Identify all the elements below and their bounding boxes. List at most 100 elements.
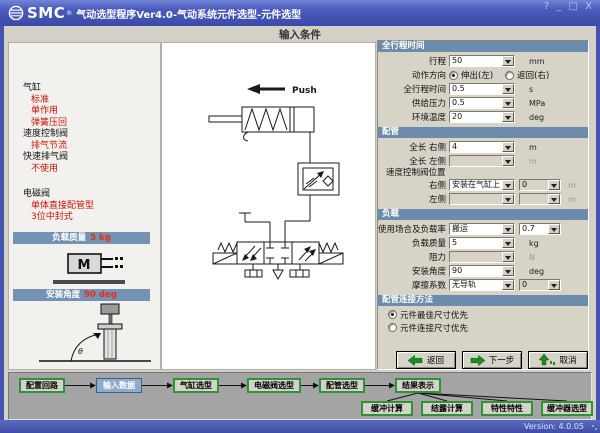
chevron-down-icon bbox=[502, 156, 514, 166]
mount-angle-diagram: θ bbox=[39, 303, 151, 362]
sidebar-item: 单体直接配管型 bbox=[31, 200, 95, 211]
page-title: 输入条件 bbox=[279, 29, 321, 41]
pressure-unit: MPa bbox=[529, 98, 546, 108]
titlebar: SMC ® 气动选型程序Ver4.0-气动系统元件选型-元件选型 ? _ □ X bbox=[0, 0, 600, 26]
sidebar-item: 单作用 bbox=[31, 106, 59, 116]
sidebar-item: 不使用 bbox=[31, 163, 59, 174]
circuit-diagram: Push bbox=[161, 42, 376, 370]
chevron-down-icon[interactable] bbox=[502, 112, 514, 122]
chevron-down-icon[interactable] bbox=[548, 224, 560, 234]
content-area: 输入条件 气缸 标准 单作用 弹簧压回 速度控制阀 排气节流 快速排气阀 不使用… bbox=[4, 26, 596, 420]
mass-field[interactable]: 5 bbox=[449, 237, 515, 249]
svg-text:M: M bbox=[78, 258, 91, 273]
pipe-connect-option-1: 元件最佳尺寸优先 bbox=[378, 308, 588, 321]
flow-sub-buffer-calc[interactable]: 缓冲计算 bbox=[361, 401, 413, 416]
close-button[interactable]: X bbox=[585, 1, 592, 12]
valve-pos-right-row: 右侧 安装在气缸上 0 m bbox=[378, 178, 588, 192]
stroke-field[interactable]: 50 bbox=[449, 55, 515, 67]
section-header-load: 负载 bbox=[378, 209, 588, 220]
sidebar-item: 3位中封式 bbox=[31, 212, 73, 222]
pipe-length-right-label: 全长 右侧 bbox=[409, 143, 446, 153]
load-rate-field[interactable]: 0.7 bbox=[519, 223, 561, 235]
radio-return-right[interactable] bbox=[505, 70, 515, 80]
flow-sub-condensation[interactable]: 结露计算 bbox=[421, 401, 473, 416]
chevron-down-icon[interactable] bbox=[502, 142, 514, 152]
flow-step-solenoid[interactable]: 电磁阀选型 bbox=[247, 378, 301, 393]
chevron-down-icon[interactable] bbox=[502, 238, 514, 248]
speed-valve-position-label: 速度控制阀位置 bbox=[386, 168, 446, 178]
pressure-field[interactable]: 0.5 bbox=[449, 97, 515, 109]
pipe-length-right-unit: m bbox=[529, 142, 537, 152]
direction-row: 动作方向 伸出(左) 返回(右) bbox=[378, 68, 588, 82]
window-title: 气动选型程序Ver4.0-气动系统元件选型-元件选型 bbox=[76, 9, 302, 21]
status-bar: Version: 4.0.05 bbox=[0, 420, 600, 433]
resistance-field bbox=[449, 251, 515, 263]
cancel-button[interactable]: 取消 bbox=[528, 351, 588, 369]
chevron-down-icon[interactable] bbox=[502, 56, 514, 66]
flow-step-cylinder[interactable]: 气缸选型 bbox=[173, 378, 219, 393]
resize-grip[interactable] bbox=[591, 424, 597, 430]
sidebar-item: 排气节流 bbox=[31, 140, 68, 151]
radio-best-size-label: 元件最佳尺寸优先 bbox=[400, 310, 469, 321]
maximize-button[interactable]: □ bbox=[569, 1, 578, 12]
chevron-down-icon bbox=[502, 194, 514, 204]
usage-field[interactable]: 搬运 bbox=[449, 223, 515, 235]
temperature-field[interactable]: 20 bbox=[449, 111, 515, 123]
friction-field[interactable]: 无导轨 bbox=[449, 279, 515, 291]
cancel-arrow-icon bbox=[539, 354, 556, 366]
flow-sub-buffer-select[interactable]: 缓冲器选型 bbox=[541, 401, 593, 416]
sidebar-item: 标准 bbox=[31, 94, 50, 105]
section-header-piping: 配管 bbox=[378, 127, 588, 138]
chevron-down-icon bbox=[548, 180, 560, 190]
flow-step-input[interactable]: 输入数据 bbox=[96, 378, 142, 393]
sidebar: 气缸 标准 单作用 弹簧压回 速度控制阀 排气节流 快速排气阀 不使用 电磁阀 … bbox=[8, 42, 161, 370]
mass-row: 负载质量 5 kg bbox=[378, 236, 588, 250]
chevron-down-icon[interactable] bbox=[502, 180, 514, 190]
flow-step-results[interactable]: 结果表示 bbox=[395, 378, 441, 393]
full-time-unit: s bbox=[529, 84, 534, 94]
mount-angle-row: 安装角度 90 deg bbox=[378, 264, 588, 278]
valve-pos-left-row: 左侧 m bbox=[378, 192, 588, 206]
flow-step-piping[interactable]: 配管选型 bbox=[319, 378, 365, 393]
flow-step-circuit[interactable]: 配置回路 bbox=[19, 378, 65, 393]
next-button[interactable]: 下一步 bbox=[462, 351, 522, 369]
stroke-row: 行程 50 mm bbox=[378, 54, 588, 68]
valve-pos-left-label: 左侧 bbox=[428, 195, 446, 205]
svg-text:θ: θ bbox=[78, 347, 83, 356]
radio-best-size-priority[interactable] bbox=[388, 310, 397, 319]
chevron-down-icon[interactable] bbox=[502, 98, 514, 108]
radio-return-right-label: 返回(右) bbox=[517, 71, 550, 81]
valve-pos-right-distance-field: 0 bbox=[519, 179, 561, 191]
motor-load-diagram: M bbox=[53, 253, 125, 284]
friction-row: 摩擦系数 无导轨 0 bbox=[378, 278, 588, 292]
mount-angle-field[interactable]: 90 bbox=[449, 265, 515, 277]
temperature-unit: deg bbox=[529, 112, 545, 122]
valve-pos-left-distance-field bbox=[519, 193, 561, 205]
push-label: Push bbox=[292, 86, 317, 96]
help-button[interactable]: ? bbox=[544, 1, 549, 12]
registered-mark: ® bbox=[66, 9, 73, 17]
mount-angle-title: 安装角度 bbox=[46, 290, 81, 300]
wizard-buttons: 返回 下一步 取消 bbox=[396, 351, 588, 369]
friction-label: 摩擦系数 bbox=[411, 281, 446, 291]
pipe-length-left-unit: m bbox=[529, 156, 537, 166]
mass-label: 负载质量 bbox=[411, 239, 446, 249]
pipe-length-right-field[interactable]: 4 bbox=[449, 141, 515, 153]
radio-extend-left[interactable] bbox=[449, 70, 458, 80]
back-button[interactable]: 返回 bbox=[396, 351, 456, 369]
chevron-down-icon[interactable] bbox=[502, 84, 514, 94]
flow-sub-characteristic[interactable]: 特性特性 bbox=[481, 401, 533, 416]
chevron-down-icon[interactable] bbox=[502, 280, 514, 290]
resistance-row: 阻力 N bbox=[378, 250, 588, 264]
group-label-speed-valve: 速度控制阀 bbox=[23, 129, 69, 139]
valve-pos-right-field[interactable]: 安装在气缸上 bbox=[449, 179, 515, 191]
app-window: SMC ® 气动选型程序Ver4.0-气动系统元件选型-元件选型 ? _ □ X… bbox=[0, 0, 600, 433]
pipe-length-left-row: 全长 左侧 m bbox=[378, 154, 588, 168]
mount-angle-unit: deg bbox=[529, 266, 545, 276]
chevron-down-icon[interactable] bbox=[502, 266, 514, 276]
chevron-down-icon[interactable] bbox=[502, 224, 514, 234]
radio-connect-size-priority[interactable] bbox=[388, 323, 397, 332]
full-time-field[interactable]: 0.5 bbox=[449, 83, 515, 95]
friction-value-field: 0 bbox=[519, 279, 561, 291]
minimize-button[interactable]: _ bbox=[556, 1, 561, 12]
